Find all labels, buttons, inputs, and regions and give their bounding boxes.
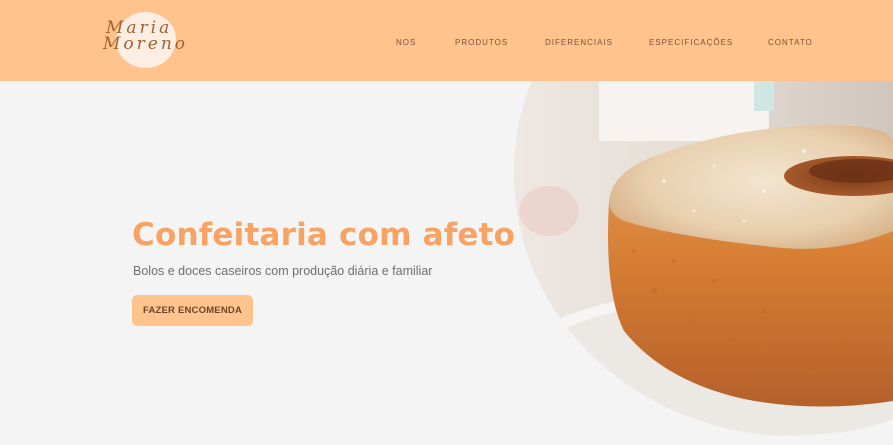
brand-logo[interactable]: Maria Moreno [103, 11, 191, 68]
order-button[interactable]: FAZER ENCOMENDA [132, 295, 253, 326]
site-header: Maria Moreno NOS PRODUTOS DIFERENCIAIS E… [0, 0, 893, 81]
hero-title: Confeitaria com afeto [132, 217, 516, 253]
nav-item-diferenciais[interactable]: DIFERENCIAIS [545, 38, 613, 47]
cake-image-frame [514, 81, 893, 436]
hero-subtitle: Bolos e doces caseiros com produção diár… [133, 264, 433, 278]
nav-item-especificacoes[interactable]: ESPECIFICAÇÕES [649, 38, 733, 47]
hero-cake-photo [514, 81, 893, 445]
cake-illustration [514, 81, 893, 436]
nav-item-contato[interactable]: CONTATO [768, 38, 813, 47]
logo-line-2: Moreno [103, 34, 189, 54]
nav-item-nos[interactable]: NOS [396, 38, 416, 47]
nav-item-produtos[interactable]: PRODUTOS [455, 38, 508, 47]
